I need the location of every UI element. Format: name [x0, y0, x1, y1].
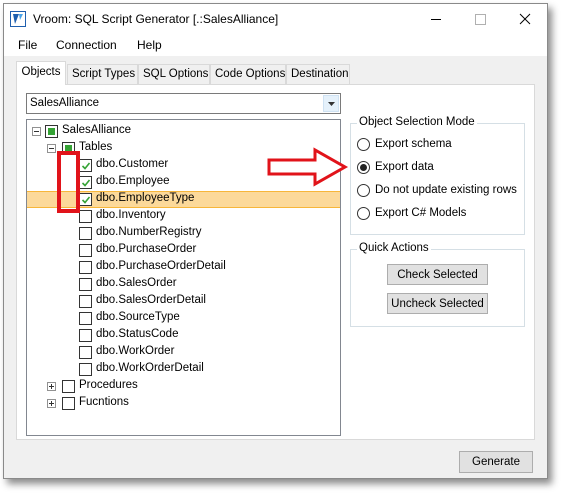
- tree-node-functions[interactable]: Fucntions: [27, 395, 340, 412]
- table-row[interactable]: dbo.StatusCode: [27, 327, 340, 344]
- annotation-highlight-box: [57, 151, 80, 213]
- group-title: Quick Actions: [357, 242, 431, 254]
- check-selected-button[interactable]: Check Selected: [387, 264, 488, 285]
- radio-label: Export data: [375, 161, 434, 173]
- table-name: dbo.Customer: [96, 158, 169, 170]
- maximize-icon: [475, 14, 486, 25]
- table-row[interactable]: dbo.SalesOrderDetail: [27, 293, 340, 310]
- collapse-icon[interactable]: [47, 144, 56, 153]
- table-checkbox[interactable]: [79, 261, 92, 274]
- table-row[interactable]: dbo.PurchaseOrder: [27, 242, 340, 259]
- radio-button[interactable]: [357, 138, 370, 151]
- expand-icon[interactable]: [47, 399, 56, 408]
- main-window: Vroom: SQL Script Generator [.:SalesAlli…: [3, 3, 548, 479]
- table-checkbox[interactable]: [79, 312, 92, 325]
- table-checkbox[interactable]: [79, 193, 92, 206]
- table-row[interactable]: dbo.SalesOrder: [27, 276, 340, 293]
- uncheck-selected-button[interactable]: Uncheck Selected: [387, 293, 488, 314]
- minimize-icon: [431, 19, 441, 20]
- menu-bar: File Connection Help: [4, 34, 547, 56]
- table-name: dbo.SalesOrderDetail: [96, 294, 206, 306]
- expand-icon[interactable]: [47, 382, 56, 391]
- table-row[interactable]: dbo.WorkOrder: [27, 344, 340, 361]
- tree-node-procedures[interactable]: Procedures: [27, 378, 340, 395]
- close-icon: [519, 13, 531, 25]
- radio-button[interactable]: [357, 184, 370, 197]
- quick-actions-group: Quick Actions Check Selected Uncheck Sel…: [350, 242, 525, 327]
- table-row[interactable]: dbo.SourceType: [27, 310, 340, 327]
- table-checkbox[interactable]: [79, 346, 92, 359]
- tree-node-label: Fucntions: [79, 396, 129, 408]
- table-name: dbo.WorkOrderDetail: [96, 362, 204, 374]
- tab-destination[interactable]: Destination: [286, 64, 350, 84]
- generate-button[interactable]: Generate: [459, 451, 533, 473]
- checkmark-icon: [81, 162, 91, 170]
- collapse-icon[interactable]: [32, 127, 41, 136]
- table-name: dbo.WorkOrder: [96, 345, 175, 357]
- table-checkbox[interactable]: [79, 363, 92, 376]
- table-checkbox[interactable]: [79, 295, 92, 308]
- radio-button[interactable]: [357, 161, 370, 174]
- objects-tab-panel: SalesAlliance SalesAlliance Tables dbo.C…: [16, 84, 535, 440]
- tab-objects[interactable]: Objects: [16, 61, 66, 85]
- menu-connection[interactable]: Connection: [56, 38, 117, 52]
- functions-checkbox[interactable]: [62, 397, 75, 410]
- table-checkbox[interactable]: [79, 159, 92, 172]
- group-title: Object Selection Mode: [357, 116, 477, 128]
- table-row[interactable]: dbo.PurchaseOrderDetail: [27, 259, 340, 276]
- tab-script-types[interactable]: Script Types: [67, 64, 138, 84]
- table-row[interactable]: dbo.NumberRegistry: [27, 225, 340, 242]
- tab-sql-options[interactable]: SQL Options: [138, 64, 210, 84]
- app-icon: [10, 11, 26, 27]
- database-select[interactable]: SalesAlliance: [26, 93, 341, 114]
- table-checkbox[interactable]: [79, 278, 92, 291]
- table-checkbox[interactable]: [79, 329, 92, 342]
- window-title: Vroom: SQL Script Generator [.:SalesAlli…: [33, 12, 279, 26]
- checkmark-icon: [81, 179, 91, 187]
- tree-node-database[interactable]: SalesAlliance: [27, 123, 340, 140]
- title-bar[interactable]: Vroom: SQL Script Generator [.:SalesAlli…: [4, 4, 547, 34]
- menu-file[interactable]: File: [18, 38, 37, 52]
- table-checkbox[interactable]: [79, 210, 92, 223]
- table-name: dbo.SalesOrder: [96, 277, 177, 289]
- tree-node-label: Procedures: [79, 379, 138, 391]
- minimize-button[interactable]: [413, 4, 458, 34]
- table-name: dbo.PurchaseOrderDetail: [96, 260, 226, 272]
- tab-code-options[interactable]: Code Options: [210, 64, 286, 84]
- table-name: dbo.EmployeeType: [96, 192, 195, 204]
- table-checkbox[interactable]: [79, 244, 92, 257]
- table-name: dbo.Inventory: [96, 209, 166, 221]
- tab-strip: Objects Script Types SQL Options Code Op…: [16, 61, 536, 85]
- table-name: dbo.PurchaseOrder: [96, 243, 197, 255]
- annotation-arrow-icon: [267, 147, 349, 187]
- maximize-button[interactable]: [458, 4, 503, 34]
- chevron-down-icon: [328, 102, 335, 106]
- table-name: dbo.SourceType: [96, 311, 180, 323]
- table-name: dbo.Employee: [96, 175, 170, 187]
- radio-button[interactable]: [357, 207, 370, 220]
- tree-node-label: SalesAlliance: [62, 124, 132, 136]
- table-name: dbo.NumberRegistry: [96, 226, 202, 238]
- database-select-value: SalesAlliance: [30, 97, 100, 109]
- radio-label: Export schema: [375, 138, 452, 150]
- table-row[interactable]: dbo.WorkOrderDetail: [27, 361, 340, 378]
- radio-label: Do not update existing rows: [375, 184, 517, 196]
- database-checkbox[interactable]: [45, 125, 58, 138]
- dropdown-button[interactable]: [323, 95, 339, 112]
- object-selection-mode-group: Object Selection Mode Export schema Expo…: [350, 116, 525, 235]
- table-checkbox[interactable]: [79, 176, 92, 189]
- procedures-checkbox[interactable]: [62, 380, 75, 393]
- tree-node-label: Tables: [79, 141, 113, 153]
- table-name: dbo.StatusCode: [96, 328, 179, 340]
- close-button[interactable]: [503, 4, 548, 34]
- table-checkbox[interactable]: [79, 227, 92, 240]
- menu-help[interactable]: Help: [137, 38, 162, 52]
- checkmark-icon: [81, 196, 91, 204]
- radio-label: Export C# Models: [375, 207, 467, 219]
